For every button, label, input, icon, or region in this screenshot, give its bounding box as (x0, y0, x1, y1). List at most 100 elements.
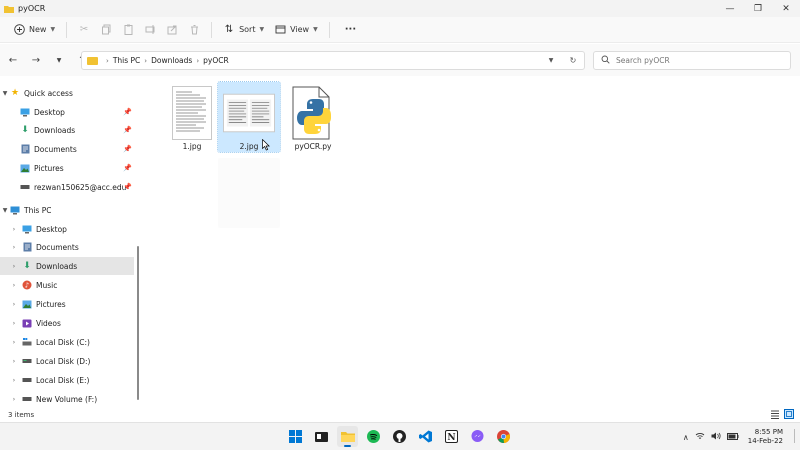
details-view-icon[interactable] (770, 409, 780, 419)
recent-locations-button[interactable]: ▼ (49, 50, 69, 70)
chevron-right-icon[interactable]: › (9, 396, 19, 403)
svg-text:N: N (447, 433, 455, 443)
paste-button[interactable] (117, 20, 139, 40)
sidebar-item-label: Downloads (34, 125, 76, 135)
sidebar-item-pc-desktop[interactable]: › Desktop (0, 220, 134, 238)
sidebar-item-pc-music[interactable]: › ♪ Music (0, 276, 134, 294)
file-item-selected[interactable]: 2.jpg (217, 81, 281, 153)
address-history-button[interactable]: ▼ (540, 57, 562, 64)
new-button[interactable]: New ▼ (8, 20, 60, 40)
search-box[interactable] (593, 51, 791, 70)
sidebar-item-label: Downloads (36, 261, 78, 271)
address-bar[interactable]: › This PC › Downloads › pyOCR ▼ ↻ (81, 51, 585, 70)
drive-icon (20, 182, 30, 192)
pin-icon[interactable]: 📌 (123, 164, 132, 172)
notion-icon[interactable]: N (441, 426, 462, 447)
sidebar-item-pc-downloads[interactable]: › ⬇ Downloads (0, 257, 134, 275)
more-options-button[interactable]: ··· (336, 20, 361, 40)
large-icons-view-icon[interactable] (784, 409, 794, 419)
svg-text:♪: ♪ (25, 282, 29, 290)
minimize-button[interactable]: — (716, 0, 744, 17)
github-icon[interactable] (389, 426, 410, 447)
chevron-right-icon[interactable]: › (9, 244, 19, 251)
pin-icon[interactable]: 📌 (123, 126, 132, 134)
window-title: pyOCR (18, 4, 46, 13)
sidebar-item-label: Local Disk (D:) (36, 356, 91, 366)
volume-icon[interactable] (711, 432, 721, 442)
breadcrumb-this-pc[interactable]: This PC (113, 56, 140, 65)
terminal-icon[interactable] (311, 426, 332, 447)
sidebar-item-documents[interactable]: Documents 📌 (0, 140, 134, 158)
sidebar-item-pictures[interactable]: Pictures 📌 (0, 159, 134, 177)
hover-ghost (218, 158, 280, 228)
drive-icon (22, 375, 32, 385)
file-item[interactable]: pyOCR.py (282, 82, 344, 152)
messenger-icon[interactable] (467, 426, 488, 447)
chevron-right-icon[interactable]: › (9, 358, 19, 365)
rename-button[interactable] (139, 20, 161, 40)
sidebar-item-local-disk-e[interactable]: › Local Disk (E:) (0, 371, 134, 389)
sidebar-item-label: Pictures (36, 299, 66, 309)
breadcrumb-pyocr[interactable]: pyOCR (203, 56, 229, 65)
sidebar-item-network-drive[interactable]: rezwan150625@acc.edu.bd - 📌 (0, 178, 134, 196)
pin-icon[interactable]: 📌 (123, 145, 132, 153)
sidebar-item-label: Documents (34, 144, 77, 154)
sidebar-quick-access[interactable]: ▼ ★ Quick access (0, 84, 134, 102)
chevron-down-icon[interactable]: ▼ (0, 90, 10, 97)
drive-icon (22, 394, 32, 404)
sidebar-this-pc[interactable]: ▼ This PC (0, 201, 134, 219)
chevron-right-icon[interactable]: › (9, 226, 19, 233)
chevron-right-icon[interactable]: › (9, 377, 19, 384)
system-tray: ∧ 8:55 PM 14-Feb-22 (680, 423, 800, 450)
file-item[interactable]: 1.jpg (161, 82, 223, 152)
pin-icon[interactable]: 📌 (123, 108, 132, 116)
desktop-icon (22, 224, 32, 234)
view-button[interactable]: View ▼ (269, 20, 323, 40)
notification-icon[interactable] (792, 429, 796, 445)
sidebar-item-pc-videos[interactable]: › Videos (0, 314, 134, 332)
sidebar-item-label: Videos (36, 318, 61, 328)
forward-button[interactable]: → (26, 50, 46, 70)
chevron-right-icon[interactable]: › (9, 320, 19, 327)
file-explorer-icon[interactable] (337, 426, 358, 447)
toolbar-divider (211, 21, 213, 38)
spotify-icon[interactable] (363, 426, 384, 447)
share-button[interactable] (161, 20, 183, 40)
chevron-right-icon[interactable]: › (9, 301, 19, 308)
pin-icon[interactable]: 📌 (123, 183, 132, 191)
search-input[interactable] (616, 56, 776, 65)
back-button[interactable]: ← (3, 50, 23, 70)
chevron-right-icon[interactable]: › (9, 282, 19, 289)
sidebar-item-local-disk-d[interactable]: › Local Disk (D:) (0, 352, 134, 370)
battery-icon[interactable] (726, 432, 739, 442)
breadcrumb-downloads[interactable]: Downloads (151, 56, 192, 65)
sidebar-item-pc-pictures[interactable]: › Pictures (0, 295, 134, 313)
sidebar-item-downloads[interactable]: ⬇ Downloads 📌 (0, 121, 134, 139)
chevron-up-icon[interactable]: ∧ (683, 433, 689, 442)
clock[interactable]: 8:55 PM 14-Feb-22 (748, 428, 783, 446)
maximize-button[interactable]: ❐ (744, 0, 772, 17)
sidebar-item-desktop[interactable]: Desktop 📌 (0, 103, 134, 121)
windows-start-icon[interactable] (285, 426, 306, 447)
share-icon (166, 24, 178, 36)
sidebar-item-new-volume-f[interactable]: › New Volume (F:) (0, 390, 134, 408)
documents-icon (22, 242, 32, 252)
chrome-icon[interactable] (493, 426, 514, 447)
chevron-down-icon[interactable]: ▼ (0, 207, 10, 214)
copy-button[interactable] (95, 20, 117, 40)
sort-button[interactable]: ⇅ Sort ▼ (218, 20, 269, 40)
cut-button[interactable]: ✂ (73, 20, 95, 40)
file-name: 2.jpg (239, 142, 259, 151)
chevron-right-icon[interactable]: › (9, 339, 19, 346)
vscode-icon[interactable] (415, 426, 436, 447)
refresh-button[interactable]: ↻ (562, 56, 584, 65)
chevron-right-icon: › (196, 56, 200, 65)
sidebar-item-pc-documents[interactable]: › Documents (0, 238, 134, 256)
status-bar: 3 items (0, 408, 800, 422)
sidebar-scrollbar[interactable] (137, 246, 139, 400)
sidebar-item-local-disk-c[interactable]: › Local Disk (C:) (0, 333, 134, 351)
close-button[interactable]: ✕ (772, 0, 800, 17)
wifi-icon[interactable] (695, 432, 705, 442)
delete-button[interactable] (183, 20, 205, 40)
chevron-right-icon[interactable]: › (9, 263, 19, 270)
